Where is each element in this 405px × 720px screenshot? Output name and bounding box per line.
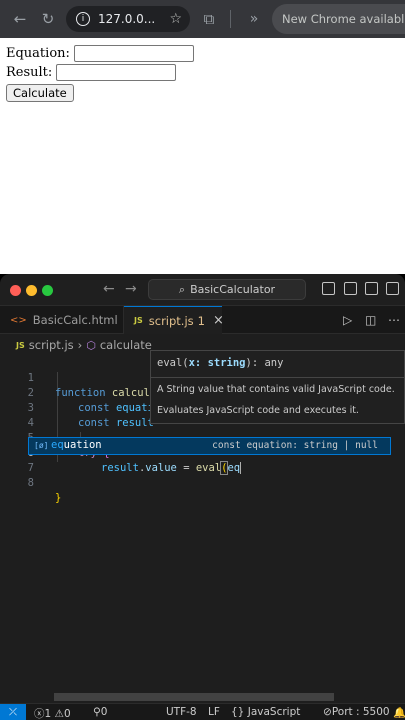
more-actions-icon[interactable]: ⋯ — [388, 313, 400, 327]
divider — [151, 377, 405, 378]
notifications-icon[interactable]: 🔔 — [393, 706, 405, 719]
signature-documentation: Evaluates JavaScript code and executes i… — [157, 405, 359, 416]
js-file-icon: JS — [16, 340, 25, 350]
code-line: 8 } — [0, 461, 405, 504]
forward-arrow-icon[interactable]: → — [125, 281, 137, 297]
method-cube-icon: ⬡ — [86, 338, 96, 352]
site-info-icon[interactable]: i — [76, 12, 90, 26]
braces-icon: {} — [231, 706, 245, 718]
minimize-window-button[interactable] — [26, 285, 37, 296]
parameter-hints-widget: eval(x: string): any A String value that… — [150, 350, 405, 424]
search-icon: ⌕ — [178, 282, 186, 296]
title-bar: ← → ⌕ BasicCalculator — [0, 274, 405, 306]
toolbar-divider — [230, 10, 231, 28]
zoom-window-button[interactable] — [42, 285, 53, 296]
editor-tabs: <> BasicCalc.html JS script.js 1 × ▷ ◫ ⋯ — [0, 306, 405, 334]
breadcrumb-symbol[interactable]: calculate — [100, 338, 152, 352]
command-center[interactable]: ⌕ BasicCalculator — [148, 279, 306, 300]
suggest-item[interactable]: [ø] equation const equation: string | nu… — [28, 437, 391, 455]
tab-script-js[interactable]: JS script.js 1 × — [124, 306, 224, 334]
vscode-window: ← → ⌕ BasicCalculator <> BasicCalc.html … — [0, 274, 405, 720]
run-icon[interactable]: ▷ — [343, 313, 352, 327]
address-text: 127.0.0... — [98, 12, 156, 26]
back-icon[interactable]: ← — [6, 5, 34, 33]
eol-status[interactable]: LF — [208, 706, 220, 718]
result-label: Result: — [6, 65, 53, 80]
new-chrome-available-button[interactable]: New Chrome available — [272, 4, 405, 34]
bookmark-star-icon[interactable]: ☆ — [169, 11, 182, 27]
tab-label: BasicCalc.html — [32, 313, 118, 327]
customize-layout-icon[interactable] — [386, 282, 399, 295]
result-row: Result: — [6, 63, 399, 82]
toggle-sidebar-icon[interactable] — [344, 282, 357, 295]
copilot-icon[interactable] — [322, 282, 335, 295]
line-number: 8 — [27, 477, 34, 489]
web-page: Equation: Result: Calculate — [0, 38, 405, 274]
line-text: } — [55, 492, 62, 504]
breadcrumb-file[interactable]: script.js — [29, 338, 74, 352]
equation-label: Equation: — [6, 46, 70, 61]
signature-description: A String value that contains valid JavaS… — [157, 384, 395, 395]
error-icon: ⓧ — [34, 708, 45, 720]
toggle-panel-icon[interactable] — [365, 282, 378, 295]
close-icon[interactable]: × — [213, 313, 224, 328]
ports-status[interactable]: ⚲0 — [93, 706, 107, 718]
tab-label: script.js — [148, 313, 194, 328]
chevron-double-right-icon[interactable]: » — [244, 9, 264, 29]
js-file-icon: JS — [134, 316, 143, 325]
suggestion-label: equation — [51, 439, 102, 451]
address-bar[interactable]: i 127.0.0... ☆ — [66, 6, 190, 32]
workspace-name: BasicCalculator — [190, 283, 276, 296]
signature-text: eval(x: string): any — [157, 357, 284, 369]
split-editor-icon[interactable]: ◫ — [365, 313, 376, 327]
warning-icon: ⚠ — [54, 708, 64, 720]
back-arrow-icon[interactable]: ← — [103, 281, 115, 297]
broadcast-icon: ⊘ — [323, 706, 332, 718]
horizontal-scrollbar[interactable] — [54, 693, 334, 701]
equation-row: Equation: — [6, 44, 399, 63]
problems-status[interactable]: ⓧ1 ⚠0 — [34, 706, 71, 720]
tab-basiccalc-html[interactable]: <> BasicCalc.html — [0, 306, 124, 334]
extensions-icon[interactable]: ⧉ — [199, 9, 219, 29]
html-file-icon: <> — [10, 314, 27, 326]
close-window-button[interactable] — [10, 285, 21, 296]
status-bar: ⤫ ⓧ1 ⚠0 ⚲0 UTF-8 LF {} JavaScript ⊘Port … — [0, 703, 405, 720]
remote-indicator-icon[interactable]: ⤫ — [0, 704, 26, 720]
result-input[interactable] — [56, 64, 177, 81]
language-status[interactable]: {} JavaScript — [231, 706, 300, 718]
suggestion-detail: const equation: string | null — [212, 440, 378, 451]
chevron-right-icon: › — [77, 338, 83, 352]
antenna-icon: ⚲ — [93, 706, 101, 718]
live-server-status[interactable]: ⊘Port : 5500 — [323, 706, 390, 718]
encoding-status[interactable]: UTF-8 — [166, 706, 197, 718]
reload-icon[interactable]: ↻ — [34, 5, 62, 33]
variable-icon: [ø] — [34, 441, 49, 450]
equation-input[interactable] — [73, 45, 194, 62]
problem-count-badge: 1 — [197, 313, 205, 328]
calculate-button[interactable]: Calculate — [6, 84, 74, 102]
